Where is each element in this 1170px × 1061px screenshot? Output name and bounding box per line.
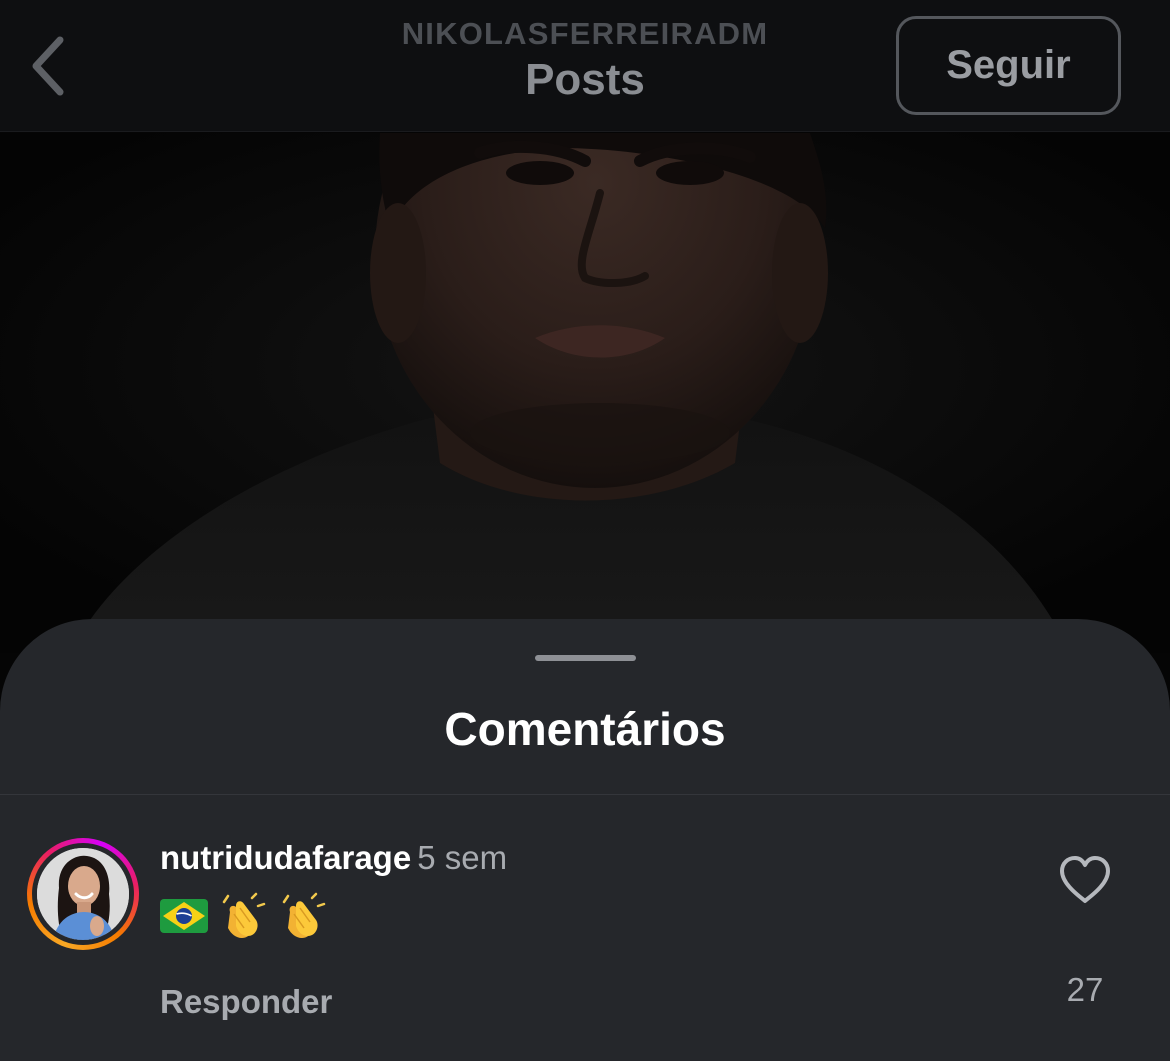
comment-header: nutridudafarage 5 sem xyxy=(160,835,507,888)
comment-avatar[interactable] xyxy=(27,838,139,950)
heart-outline-icon xyxy=(1060,856,1110,903)
comments-sheet: Comentários nutridudafarage 5 sem Respon… xyxy=(0,619,1170,1061)
clapping-hands-emoji-icon xyxy=(282,892,326,938)
top-navigation-bar: NIKOLASFERREIRADM Posts Seguir xyxy=(0,0,1170,132)
comment-item: nutridudafarage 5 sem Responder 27 xyxy=(0,795,1170,1055)
video-frame-image xyxy=(0,133,1170,653)
like-button[interactable] xyxy=(1058,855,1112,905)
clapping-hands-emoji-icon xyxy=(222,892,266,938)
follow-button[interactable]: Seguir xyxy=(896,16,1121,115)
post-screen: NIKOLASFERREIRADM Posts Seguir Comentári… xyxy=(0,0,1170,1061)
comment-text xyxy=(160,890,328,942)
comments-sheet-title: Comentários xyxy=(444,703,726,755)
brazil-flag-emoji-icon xyxy=(160,899,208,933)
like-count: 27 xyxy=(1066,971,1104,1008)
reply-button[interactable]: Responder xyxy=(160,979,332,1025)
comment-timestamp: 5 sem xyxy=(417,839,508,876)
comment-username[interactable]: nutridudafarage xyxy=(160,839,411,876)
avatar-gap xyxy=(32,843,134,945)
avatar-photo xyxy=(37,848,129,940)
user-photo-image xyxy=(37,848,129,940)
sheet-drag-handle[interactable] xyxy=(535,655,636,661)
post-video[interactable] xyxy=(0,133,1170,653)
